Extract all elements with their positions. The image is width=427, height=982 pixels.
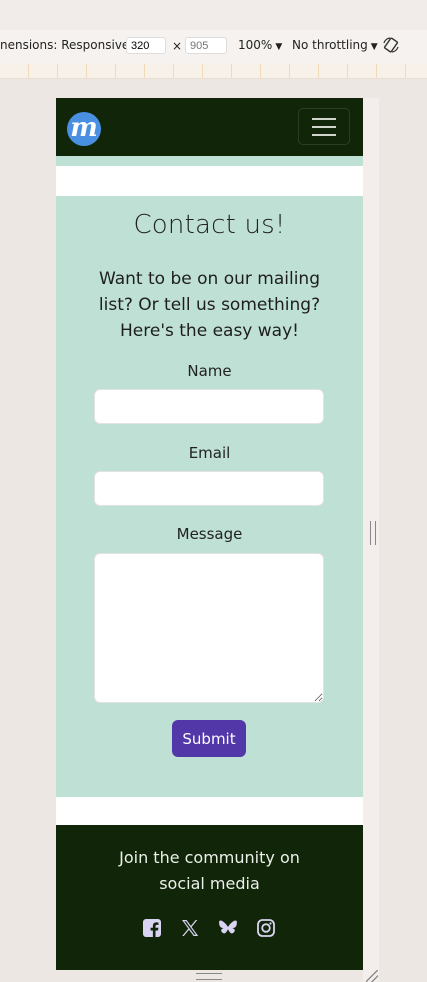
times-sign: × (172, 39, 183, 53)
spacer (56, 156, 363, 196)
facebook-icon[interactable] (141, 917, 163, 939)
logo[interactable]: m (67, 112, 101, 146)
message-label: Message (176, 525, 243, 543)
resize-handle-vertical[interactable] (370, 521, 376, 545)
dimensions-dropdown[interactable]: nensions: Responsive▼ (0, 38, 139, 52)
resize-handle-horizontal[interactable] (196, 973, 222, 980)
social-links (141, 917, 281, 941)
rotate-icon[interactable] (382, 36, 400, 54)
name-field[interactable] (94, 389, 324, 424)
name-label: Name (187, 362, 232, 380)
height-input[interactable] (185, 37, 227, 54)
spacer (56, 797, 363, 825)
submit-button[interactable]: Submit (172, 720, 246, 757)
contact-intro: Want to be on our mailing list? Or tell … (98, 269, 321, 341)
zoom-dropdown[interactable]: 100% ▼ (238, 38, 282, 52)
media-query-ruler (0, 64, 427, 79)
instagram-icon[interactable] (255, 917, 277, 939)
page-title: Contact us! (133, 210, 286, 240)
resize-corner-handle[interactable] (366, 970, 378, 982)
throttling-dropdown[interactable]: No throttling ▼ (292, 38, 378, 52)
bluesky-icon[interactable] (217, 917, 239, 939)
message-field[interactable] (94, 553, 324, 703)
devtools-topbar (0, 0, 427, 31)
email-field[interactable] (94, 471, 324, 506)
email-label: Email (188, 444, 231, 462)
contact-section: Contact us! Want to be on our mailing li… (56, 196, 363, 797)
x-icon[interactable] (179, 917, 201, 939)
footer-text: Join the community on social media (119, 848, 300, 893)
device-viewport: m Contact us! Want to be on our mailing … (56, 98, 363, 970)
footer: Join the community on social media (56, 825, 363, 970)
width-input[interactable] (126, 37, 166, 54)
hamburger-icon (312, 118, 336, 120)
menu-toggle-button[interactable] (298, 108, 350, 145)
navbar: m (56, 98, 363, 156)
